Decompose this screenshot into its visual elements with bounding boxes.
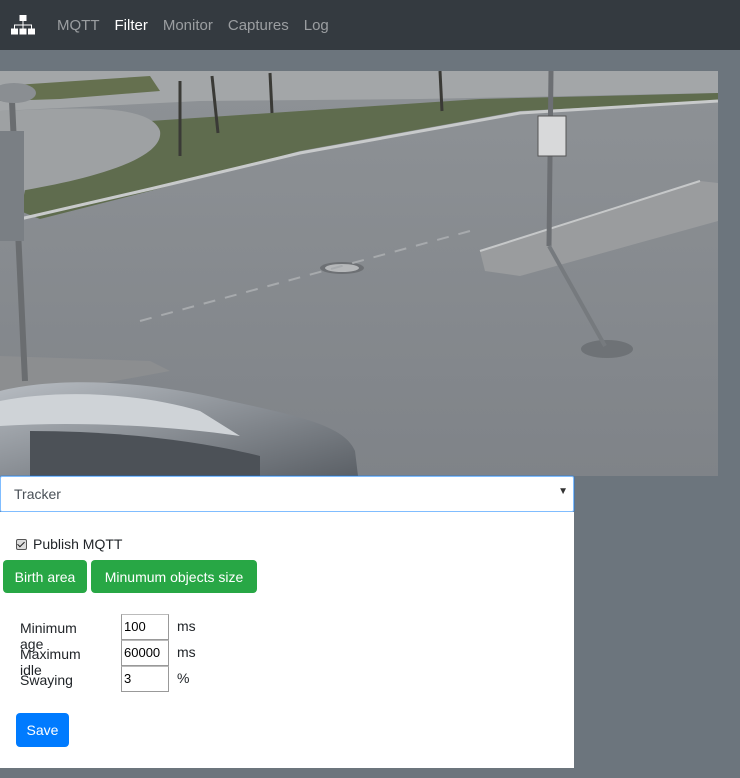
nav-item-captures[interactable]: Captures	[228, 17, 289, 34]
publish-mqtt-row: Publish MQTT	[16, 536, 122, 552]
publish-mqtt-label: Publish MQTT	[33, 536, 123, 552]
nav-item-filter[interactable]: Filter	[115, 17, 148, 34]
top-navbar: MQTT Filter Monitor Captures Log	[0, 0, 740, 50]
swaying-unit: %	[177, 670, 190, 686]
maximum-idle-unit: ms	[177, 644, 196, 660]
camera-feed-image	[0, 71, 718, 476]
publish-mqtt-checkbox[interactable]	[16, 538, 27, 550]
nav-item-monitor[interactable]: Monitor	[163, 17, 213, 34]
nav-item-log[interactable]: Log	[304, 17, 329, 34]
tracker-select[interactable]: Tracker ▼	[0, 476, 574, 512]
chevron-down-icon: ▼	[558, 486, 568, 497]
birth-area-button[interactable]: Birth area	[3, 560, 87, 593]
save-button[interactable]: Save	[16, 713, 69, 747]
swaying-input[interactable]: 3	[121, 666, 169, 692]
filter-settings-panel: Publish MQTT Birth area Minumum objects …	[0, 512, 574, 768]
maximum-idle-input[interactable]: 60000	[121, 640, 169, 666]
minimum-age-unit: ms	[177, 618, 196, 634]
swaying-label: Swaying	[20, 672, 73, 688]
sitemap-icon[interactable]	[11, 15, 35, 35]
nav-links: MQTT Filter Monitor Captures Log	[57, 17, 344, 34]
tracker-select-value: Tracker	[14, 486, 61, 502]
minimum-age-input[interactable]: 100	[121, 614, 169, 640]
nav-item-mqtt[interactable]: MQTT	[57, 17, 100, 34]
minimum-objects-size-button[interactable]: Minumum objects size	[91, 560, 257, 593]
